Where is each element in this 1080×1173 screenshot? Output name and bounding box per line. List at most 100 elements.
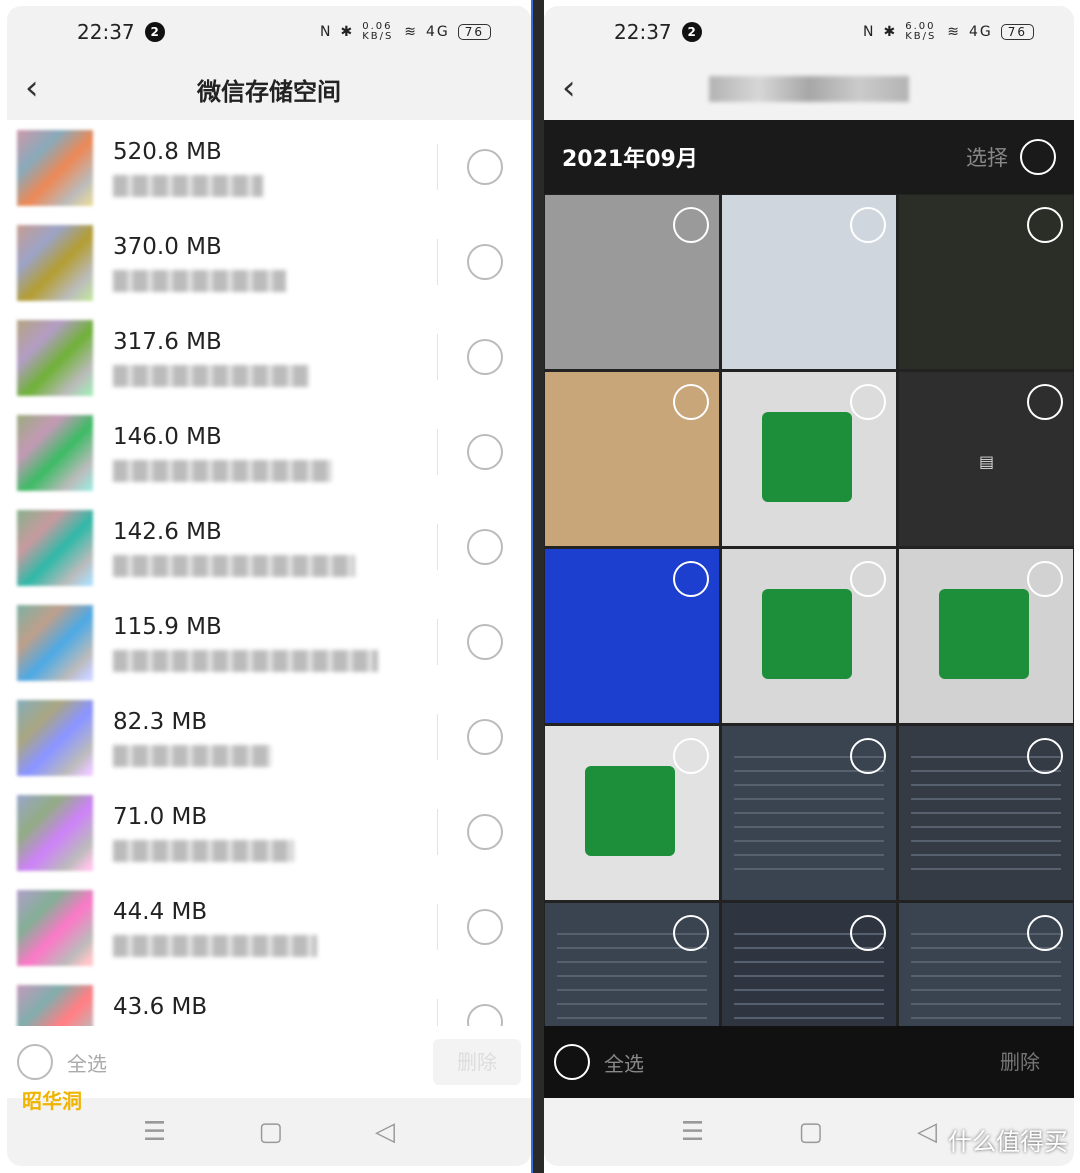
blurred-chat-name [113, 934, 317, 957]
list-item[interactable]: 115.9 MB [7, 595, 531, 690]
photo-checkbox[interactable] [673, 207, 709, 243]
signal-icon: 4G [968, 24, 993, 40]
photo-text-screenshot[interactable] [899, 903, 1073, 1026]
menu-icon[interactable]: ☰ [143, 1117, 166, 1147]
nfc-icon: N [320, 24, 333, 40]
photo-checkbox[interactable] [1027, 738, 1063, 774]
photo-checkbox[interactable] [850, 207, 886, 243]
text-lines-image [911, 756, 1061, 880]
list-item[interactable]: 146.0 MB [7, 405, 531, 500]
photo-checkbox[interactable] [673, 384, 709, 420]
separator [437, 429, 438, 475]
separator [437, 524, 438, 570]
item-checkbox[interactable] [467, 529, 503, 565]
photo-wood-surface[interactable] [545, 372, 719, 546]
item-checkbox[interactable] [467, 434, 503, 470]
nav-bar: ‹ [544, 58, 1074, 120]
photo-checkbox[interactable] [673, 915, 709, 951]
avatar [17, 889, 93, 966]
month-header: 2021年09月 选择 [544, 120, 1074, 194]
photo-green-board[interactable] [722, 549, 896, 723]
bluetooth-icon: ✱ [883, 24, 898, 40]
photo-blue-screen[interactable] [545, 549, 719, 723]
list-item[interactable]: 82.3 MB [7, 690, 531, 785]
photo-checkbox[interactable] [1027, 915, 1063, 951]
list-item[interactable]: 43.6 MB [7, 975, 531, 1026]
list-item[interactable]: 44.4 MB [7, 880, 531, 975]
item-checkbox[interactable] [467, 624, 503, 660]
blurred-chat-name [113, 554, 355, 577]
chat-storage-list[interactable]: 520.8 MB 370.0 MB 317.6 MB 146.0 MB 142.… [7, 120, 531, 1026]
right-phone-screen: 22:37 2 N ✱ 6.00 KB/S ≋ 4G 76 ‹ 2021年09月… [544, 6, 1074, 1166]
photo-checkbox[interactable] [850, 738, 886, 774]
separator [437, 809, 438, 855]
select-all-label[interactable]: 全选 [67, 1048, 107, 1077]
notification-badge: 2 [144, 22, 165, 42]
photo-checkbox[interactable] [673, 561, 709, 597]
nfc-icon: N [863, 24, 876, 40]
separator [437, 144, 438, 190]
photo-text-screenshot[interactable] [722, 903, 896, 1026]
list-item[interactable]: 370.0 MB [7, 215, 531, 310]
separator [437, 714, 438, 760]
item-checkbox[interactable] [467, 244, 503, 280]
select-all-checkbox[interactable] [554, 1044, 590, 1080]
select-month-checkbox[interactable] [1020, 139, 1056, 175]
photo-night-city[interactable] [899, 195, 1073, 369]
delete-button[interactable]: 删除 [433, 1039, 521, 1085]
photo-text-screenshot[interactable] [899, 726, 1073, 900]
photo-ssd-boxes[interactable] [722, 195, 896, 369]
item-checkbox[interactable] [467, 814, 503, 850]
item-checkbox[interactable] [467, 149, 503, 185]
delete-button[interactable]: 删除 [976, 1039, 1064, 1085]
avatar [17, 699, 93, 776]
photo-green-boards[interactable] [545, 726, 719, 900]
signal-icon: 4G [425, 24, 450, 40]
photo-text-screenshot[interactable] [722, 726, 896, 900]
photo-green-board[interactable] [722, 372, 896, 546]
photo-text-screenshot[interactable] [545, 903, 719, 1026]
bottom-action-bar: 全选 删除 [544, 1026, 1074, 1098]
list-item[interactable]: 520.8 MB [7, 120, 531, 215]
back-icon[interactable]: ‹ [25, 68, 39, 108]
blurred-chat-name [113, 839, 294, 862]
photo-file[interactable]: ▤ [899, 372, 1073, 546]
avatar [17, 984, 93, 1026]
photo-checkbox[interactable] [850, 384, 886, 420]
net-speed: 6.00 KB/S [905, 21, 937, 42]
status-icons: N ✱ 6.00 KB/S ≋ 4G 76 [863, 22, 1034, 42]
list-item[interactable]: 317.6 MB [7, 310, 531, 405]
select-all-label[interactable]: 全选 [604, 1048, 644, 1077]
back-nav-icon[interactable]: ◁ [375, 1117, 395, 1147]
item-checkbox[interactable] [467, 339, 503, 375]
photo-checkbox[interactable] [1027, 384, 1063, 420]
green-board-image [762, 589, 852, 679]
status-bar: 22:37 2 N ✱ 0.06 KB/S ≋ 4G 76 [7, 6, 531, 58]
file-icon: ▤ [979, 452, 995, 471]
photo-checkbox[interactable] [850, 561, 886, 597]
avatar [17, 509, 93, 586]
photo-green-board[interactable] [899, 549, 1073, 723]
item-checkbox[interactable] [467, 909, 503, 945]
home-icon[interactable]: ▢ [798, 1117, 823, 1147]
photo-grid[interactable]: ▤ [544, 194, 1074, 1026]
photo-monitor-moire[interactable] [545, 195, 719, 369]
list-item[interactable]: 142.6 MB [7, 500, 531, 595]
select-all-checkbox[interactable] [17, 1044, 53, 1080]
back-icon[interactable]: ‹ [562, 68, 576, 108]
menu-icon[interactable]: ☰ [681, 1117, 704, 1147]
back-nav-icon[interactable]: ◁ [917, 1117, 937, 1147]
green-board-image [585, 766, 675, 856]
list-item[interactable]: 71.0 MB [7, 785, 531, 880]
photo-checkbox[interactable] [673, 738, 709, 774]
photo-checkbox[interactable] [1027, 561, 1063, 597]
select-label[interactable]: 选择 [966, 142, 1008, 172]
photo-checkbox[interactable] [1027, 207, 1063, 243]
page-title: 微信存储空间 [197, 77, 341, 106]
item-checkbox[interactable] [467, 719, 503, 755]
blurred-chat-name [113, 459, 332, 482]
avatar [17, 224, 93, 301]
photo-checkbox[interactable] [850, 915, 886, 951]
month-label: 2021年09月 [562, 147, 698, 172]
home-icon[interactable]: ▢ [258, 1117, 283, 1147]
